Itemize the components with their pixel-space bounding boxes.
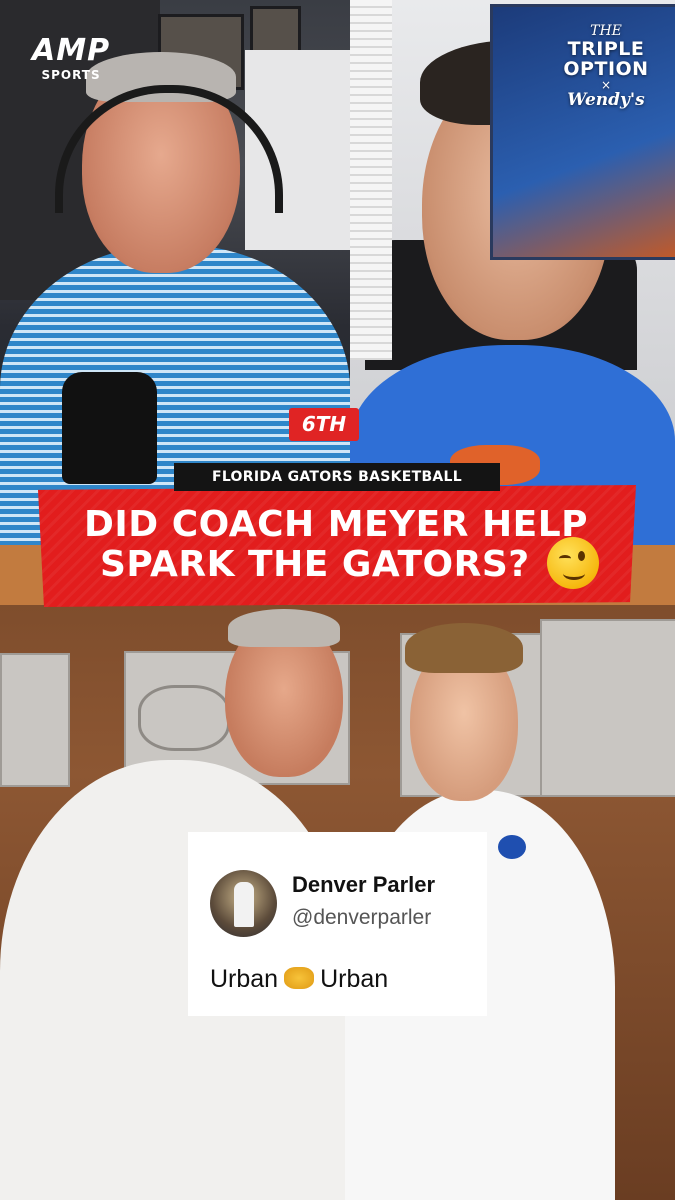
winking-eye	[559, 555, 571, 562]
locker-panel	[0, 653, 70, 787]
tweet-author-name[interactable]: Denver Parler	[292, 872, 435, 898]
tweet-avatar[interactable]	[210, 870, 277, 937]
gator-emblem	[138, 685, 230, 751]
headline-line-1: DID COACH MEYER HELP	[84, 504, 589, 545]
sec-logo	[498, 835, 526, 859]
headline-line-2: SPARK THE GATORS?	[100, 544, 530, 585]
show-name-line-1: TRIPLE	[567, 38, 645, 60]
amp-logo-subtext: SPORTS	[41, 68, 101, 82]
open-eye	[578, 551, 585, 561]
tweet-text-after: Urban	[320, 965, 389, 993]
category-label: FLORIDA GATORS BASKETBALL	[174, 463, 500, 491]
tweet-author-handle[interactable]: @denverparler	[292, 906, 431, 930]
amp-logo-text: AMP	[32, 33, 111, 68]
sponsor-logo: Wendy's	[567, 90, 645, 110]
locker-panel	[540, 619, 675, 797]
smile	[563, 567, 585, 580]
tweet-card[interactable]: Denver Parler @denverparler Urban Urban	[188, 832, 487, 1016]
window-blinds	[350, 0, 392, 360]
rank-badge: 6TH	[289, 408, 359, 441]
avatar-figure	[234, 882, 254, 927]
handshake-icon	[284, 967, 315, 989]
triple-option-wendys-logo: THE TRIPLE OPTION × Wendy's	[556, 23, 656, 110]
show-name-line-2: OPTION	[563, 58, 649, 80]
tweet-text-before: Urban	[210, 965, 279, 993]
gray-hair	[228, 609, 340, 647]
tweet-text: Urban Urban	[210, 965, 388, 994]
show-the-text: THE	[590, 23, 622, 39]
headline-banner: DID COACH MEYER HELP SPARK THE GATORS?	[38, 485, 636, 607]
amp-sports-logo: AMP SPORTS	[32, 33, 111, 83]
microphone	[62, 372, 157, 484]
brown-hair	[405, 623, 523, 673]
winking-face-icon	[547, 537, 599, 589]
